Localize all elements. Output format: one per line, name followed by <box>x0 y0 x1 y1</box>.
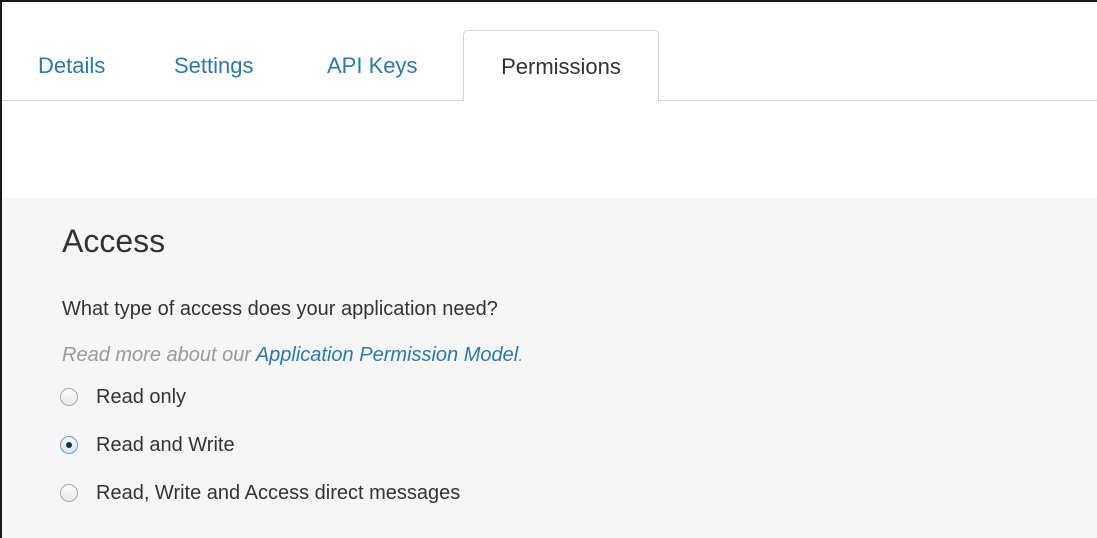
tab-api-keys[interactable]: API Keys <box>327 30 417 101</box>
read-more-suffix: . <box>518 344 524 366</box>
radio-option-read-only[interactable]: Read only <box>60 383 186 411</box>
option-label: Read only <box>96 385 187 408</box>
tab-details[interactable]: Details <box>38 30 105 101</box>
permission-model-link[interactable]: Application Permission Model <box>256 344 518 366</box>
tab-bar: Details Settings API Keys Permissions <box>2 2 1097 102</box>
read-more-text: Read more about our Application Permissi… <box>62 344 524 367</box>
tab-settings[interactable]: Settings <box>174 30 254 101</box>
app-frame: Details Settings API Keys Permissions Ac… <box>0 0 1097 538</box>
read-more-prefix: Read more about our <box>62 344 256 366</box>
access-question: What type of access does your applicatio… <box>62 298 498 320</box>
option-label: Read and Write <box>96 433 235 456</box>
radio-option-read-write[interactable]: Read and Write <box>60 431 235 459</box>
section-heading: Access <box>62 223 166 259</box>
radio-option-read-write-dm[interactable]: Read, Write and Access direct messages <box>60 479 460 507</box>
option-label: Read, Write and Access direct messages <box>96 481 461 504</box>
radio-button-read-write[interactable] <box>60 436 78 454</box>
tab-permissions[interactable]: Permissions <box>463 30 659 102</box>
radio-button-read-only[interactable] <box>60 388 78 406</box>
radio-button-read-write-dm[interactable] <box>60 484 78 502</box>
radio-selected-dot <box>66 442 72 448</box>
